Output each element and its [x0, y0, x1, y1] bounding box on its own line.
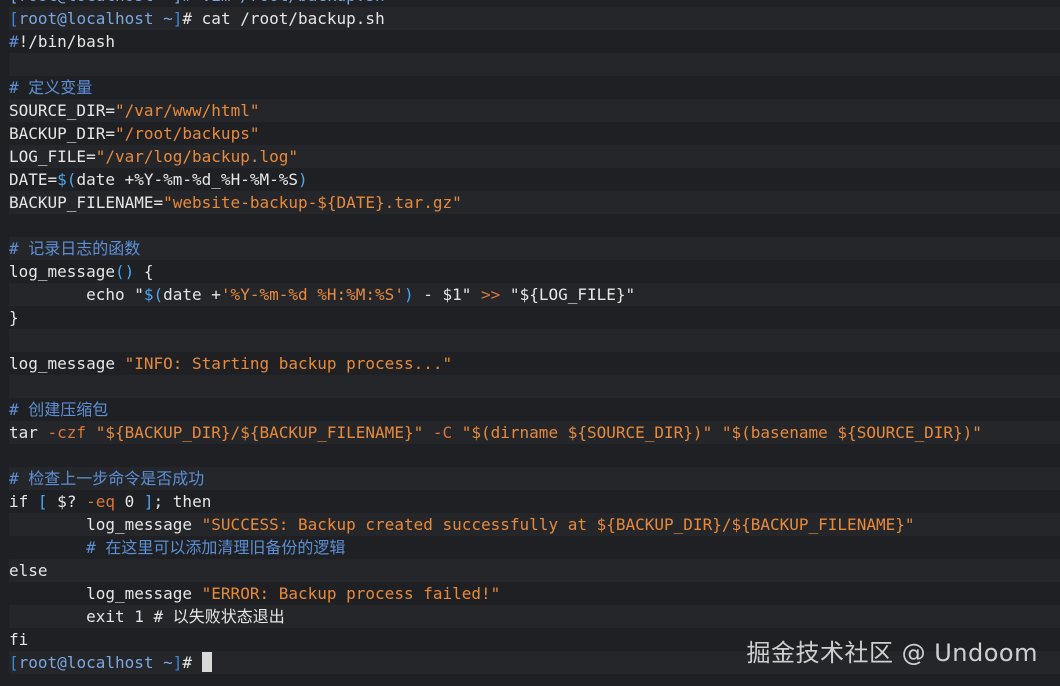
code-token: { [134, 262, 154, 281]
code-token: log_message [9, 584, 202, 603]
code-token: root@localhost ~ [18, 653, 173, 672]
code-token: ] [172, 9, 183, 28]
code-token: tar [9, 423, 48, 442]
terminal-line: LOG_FILE="/var/log/backup.log" [9, 145, 1060, 168]
terminal-line: # 创建压缩包 [9, 398, 1060, 421]
terminal-line: # 检查上一步命令是否成功 [9, 467, 1060, 490]
code-token: root@localhost ~ [18, 9, 173, 28]
code-token: log_message [9, 515, 202, 534]
terminal-line: BACKUP_FILENAME="website-backup-${DATE}.… [9, 191, 1060, 214]
terminal-line: tar -czf "${BACKUP_DIR}/${BACKUP_FILENAM… [9, 421, 1060, 444]
code-token: [ [37, 492, 48, 511]
terminal-line: DATE=$(date +%Y-%m-%d_%H-%M-%S) [9, 168, 1060, 191]
code-token: "$(dirname ${SOURCE_DIR})" "$(basename $… [452, 423, 982, 442]
code-token: date + [163, 285, 221, 304]
code-token: log_message [9, 354, 125, 373]
code-token: -eq [86, 492, 115, 511]
code-token: DATE= [9, 170, 58, 189]
code-token: # 以失败状态退出 [153, 607, 285, 626]
text-cursor [201, 652, 212, 672]
terminal-line: else [9, 559, 1060, 582]
terminal-output: [root@localhost ~]# vim /root/backup.sh [… [9, 0, 1060, 674]
code-token: [ [9, 9, 19, 28]
code-token: if [9, 492, 38, 511]
code-token: "${LOG_FILE}" [500, 285, 636, 304]
terminal-line: } [9, 306, 1060, 329]
code-token: '%Y-%m-%d %H:%M:%S' [220, 285, 404, 304]
code-token: ] [143, 492, 154, 511]
terminal-line: # 记录日志的函数 [9, 237, 1060, 260]
code-token: SOURCE_DIR= [9, 101, 115, 120]
terminal-line: SOURCE_DIR="/var/www/html" [9, 99, 1060, 122]
terminal-line: log_message "INFO: Starting backup proce… [9, 352, 1060, 375]
terminal-line: echo "$(date +'%Y-%m-%d %H:%M:%S') - $1"… [9, 283, 1060, 306]
code-token: - $1" [413, 285, 482, 304]
code-token: LOG_FILE= [9, 147, 96, 166]
code-token: BACKUP_FILENAME= [9, 193, 164, 212]
code-token: fi [9, 630, 29, 649]
code-token: ) [298, 170, 308, 189]
code-token: exit 1 [9, 607, 154, 626]
terminal-line: log_message "ERROR: Backup process faile… [9, 582, 1060, 605]
code-token: $( [57, 170, 77, 189]
code-token: () [114, 262, 135, 281]
code-token: "/root/backups" [114, 124, 260, 143]
watermark: 掘金技术社区 @ Undoom [746, 639, 1038, 667]
code-token: "SUCCESS: Backup created successfully at… [201, 515, 915, 534]
terminal-line: exit 1 # 以失败状态退出 [9, 605, 1060, 628]
code-token: "/var/www/html" [114, 101, 260, 120]
terminal-line: log_message() { [9, 260, 1060, 283]
code-token: [root@localhost ~]# vim /root/backup.sh [9, 0, 385, 5]
terminal-line: [root@localhost ~]# vim /root/backup.sh [9, 0, 1060, 7]
code-token: "ERROR: Backup process failed!" [201, 584, 501, 603]
code-token: echo " [9, 285, 144, 304]
code-token: ] [172, 653, 183, 672]
code-token: BACKUP_DIR= [9, 124, 115, 143]
terminal-line: [root@localhost ~]# cat /root/backup.sh [9, 7, 1060, 30]
terminal-line [9, 53, 1060, 76]
code-token: >> [481, 285, 501, 304]
terminal-window[interactable]: [root@localhost ~]# vim /root/backup.sh [… [0, 0, 1060, 686]
code-token: "/var/log/backup.log" [95, 147, 298, 166]
code-token: [ [9, 653, 19, 672]
code-token: "website-backup-${DATE}.tar.gz" [163, 193, 462, 212]
code-token: # 创建压缩包 [9, 400, 109, 419]
terminal-line: #!/bin/bash [9, 30, 1060, 53]
terminal-line [9, 329, 1060, 352]
terminal-line: # 在这里可以添加清理旧备份的逻辑 [9, 536, 1060, 559]
code-token: "INFO: Starting backup process..." [124, 354, 453, 373]
code-token: $? [47, 492, 87, 511]
terminal-line: BACKUP_DIR="/root/backups" [9, 122, 1060, 145]
code-token: else [9, 561, 48, 580]
code-token: ) [403, 285, 414, 304]
code-token: # cat /root/backup.sh [182, 9, 385, 28]
code-token: -C [432, 423, 453, 442]
terminal-line [9, 375, 1060, 398]
code-token: "${BACKUP_DIR}/${BACKUP_FILENAME}" [86, 423, 433, 442]
code-token: # 定义变量 [9, 78, 93, 97]
code-token: !/bin/bash [18, 32, 115, 51]
terminal-line: # 定义变量 [9, 76, 1060, 99]
code-token: # 检查上一步命令是否成功 [9, 469, 205, 488]
code-token: # [9, 32, 19, 51]
terminal-line: log_message "SUCCESS: Backup created suc… [9, 513, 1060, 536]
code-token: date +%Y-%m-%d_%H-%M-%S [76, 170, 298, 189]
code-token: } [9, 308, 19, 327]
terminal-line: if [ $? -eq 0 ]; then [9, 490, 1060, 513]
code-token: -czf [47, 423, 87, 442]
code-token: ; then [153, 492, 212, 511]
code-token: $( [143, 285, 164, 304]
code-token: log_message [9, 262, 115, 281]
code-token: 0 [114, 492, 144, 511]
code-token: # 记录日志的函数 [9, 239, 141, 258]
code-token: # 在这里可以添加清理旧备份的逻辑 [9, 538, 346, 557]
code-token: # [182, 653, 202, 672]
